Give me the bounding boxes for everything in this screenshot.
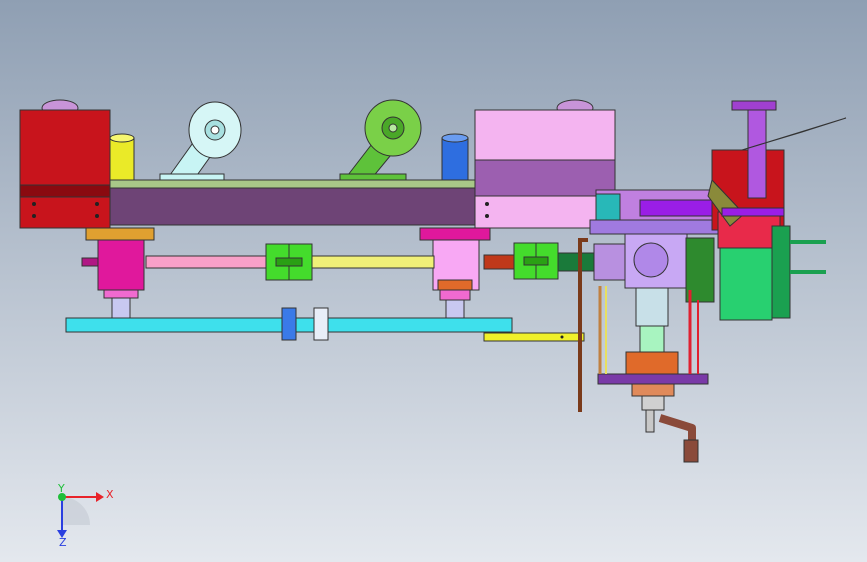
cad-model-view[interactable]: X Y Z (0, 0, 867, 562)
blue-post[interactable] (441, 133, 469, 183)
triad-x-label: X (106, 488, 114, 501)
triad-z-label: Z (59, 536, 67, 549)
yellow-post[interactable] (109, 133, 135, 183)
shaft-coupling-left[interactable] (265, 243, 313, 281)
yellow-bracket[interactable] (483, 332, 585, 342)
pink-housing-block[interactable] (474, 109, 616, 229)
cad-viewport[interactable]: X Y Z (0, 0, 867, 562)
shaft-coupling-right[interactable] (513, 242, 559, 280)
triad-y-label: Y (57, 482, 65, 495)
motor-mount-arm[interactable] (589, 189, 721, 235)
main-frame-beam[interactable] (99, 179, 481, 226)
red-end-block[interactable] (19, 109, 111, 229)
